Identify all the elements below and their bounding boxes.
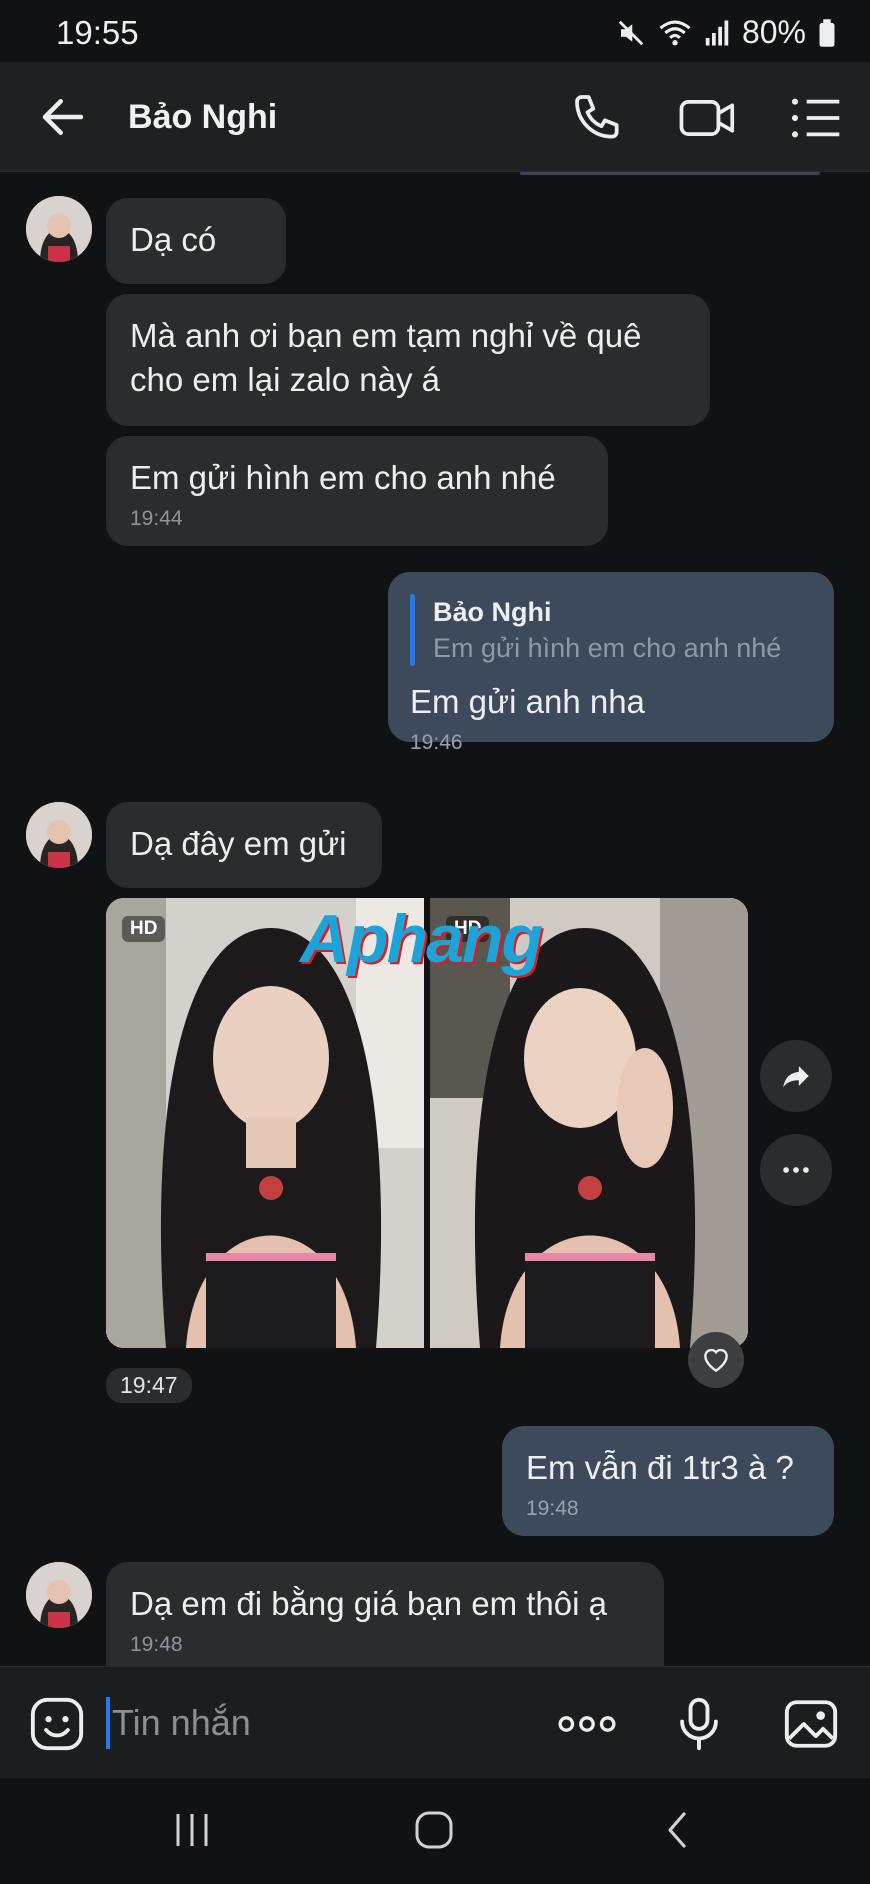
more-button[interactable] <box>760 1134 832 1206</box>
quote-text: Em gửi hình em cho anh nhé <box>433 633 782 663</box>
contact-name[interactable]: Bảo Nghi <box>128 98 277 137</box>
message-input[interactable] <box>112 1693 512 1753</box>
heart-icon <box>704 1348 728 1373</box>
message-bubble[interactable]: Dạ em đi bằng giá bạn em thôi ạ 19:48 <box>106 1562 664 1666</box>
react-button[interactable] <box>688 1332 744 1388</box>
message-bubble[interactable]: Em gửi hình em cho anh nhé 19:44 <box>106 436 608 546</box>
signal-icon <box>705 20 729 45</box>
message-bubble[interactable]: Mà anh ơi bạn em tạm nghỉ về quê cho em … <box>106 294 710 426</box>
more-icon <box>783 1167 809 1173</box>
menu-list-icon[interactable] <box>788 90 844 146</box>
avatar[interactable] <box>26 196 92 262</box>
more-options-icon[interactable] <box>556 1695 618 1753</box>
phone-icon[interactable] <box>570 90 626 146</box>
message-text: Dạ đây em gửi <box>130 825 347 862</box>
share-button[interactable] <box>760 1040 832 1112</box>
message-text: Em gửi hình em cho anh nhé <box>130 459 556 496</box>
message-bubble[interactable]: Dạ đây em gửi <box>106 802 382 888</box>
system-nav-bar <box>0 1778 870 1884</box>
text-cursor <box>106 1697 110 1749</box>
microphone-icon[interactable] <box>670 1695 728 1753</box>
message-bubble[interactable]: Dạ có <box>106 198 286 284</box>
message-text: Mà anh ơi bạn em tạm nghỉ về quê cho em … <box>130 317 642 398</box>
message-text: Em gửi anh nha <box>410 683 645 720</box>
recents-icon[interactable] <box>170 1810 214 1850</box>
quote-bar <box>410 594 415 666</box>
chat-header: Bảo Nghi <box>0 62 870 172</box>
message-bubble-outgoing[interactable]: Em vẫn đi 1tr3 à ? 19:48 <box>502 1426 834 1536</box>
back-arrow-icon[interactable] <box>36 90 90 144</box>
battery-icon <box>819 18 835 47</box>
quote-sender: Bảo Nghi <box>433 597 552 627</box>
status-icons: 80% <box>616 14 836 51</box>
wifi-icon <box>659 20 691 45</box>
photo-time: 19:47 <box>106 1368 192 1403</box>
back-icon[interactable] <box>660 1810 696 1850</box>
reply-quote[interactable]: Bảo Nghi Em gửi hình em cho anh nhé <box>410 594 812 666</box>
hd-badge: HD <box>122 916 166 942</box>
message-bubble-outgoing[interactable]: Bảo Nghi Em gửi hình em cho anh nhé Em g… <box>388 572 834 754</box>
battery-percent: 80% <box>741 14 806 50</box>
status-bar: 19:55 80% <box>0 0 870 62</box>
message-text: Dạ có <box>130 221 217 258</box>
watermark: Aphang <box>300 901 543 977</box>
avatar[interactable] <box>26 1562 92 1628</box>
divider <box>520 172 820 175</box>
status-time: 19:55 <box>56 14 139 51</box>
share-icon <box>783 1066 809 1088</box>
message-time: 19:44 <box>130 507 183 530</box>
message-text: Dạ em đi bằng giá bạn em thôi ạ <box>130 1585 607 1622</box>
image-icon[interactable] <box>782 1695 840 1753</box>
video-call-icon[interactable] <box>678 90 738 146</box>
message-text: Em vẫn đi 1tr3 à ? <box>526 1449 794 1486</box>
avatar[interactable] <box>26 802 92 868</box>
message-time: 19:48 <box>526 1497 579 1520</box>
emoji-icon[interactable] <box>28 1695 86 1753</box>
message-input-bar <box>0 1666 870 1778</box>
mute-icon <box>618 20 644 45</box>
home-icon[interactable] <box>412 1810 456 1850</box>
message-time: 19:48 <box>130 1633 183 1656</box>
message-time: 19:46 <box>410 731 463 754</box>
